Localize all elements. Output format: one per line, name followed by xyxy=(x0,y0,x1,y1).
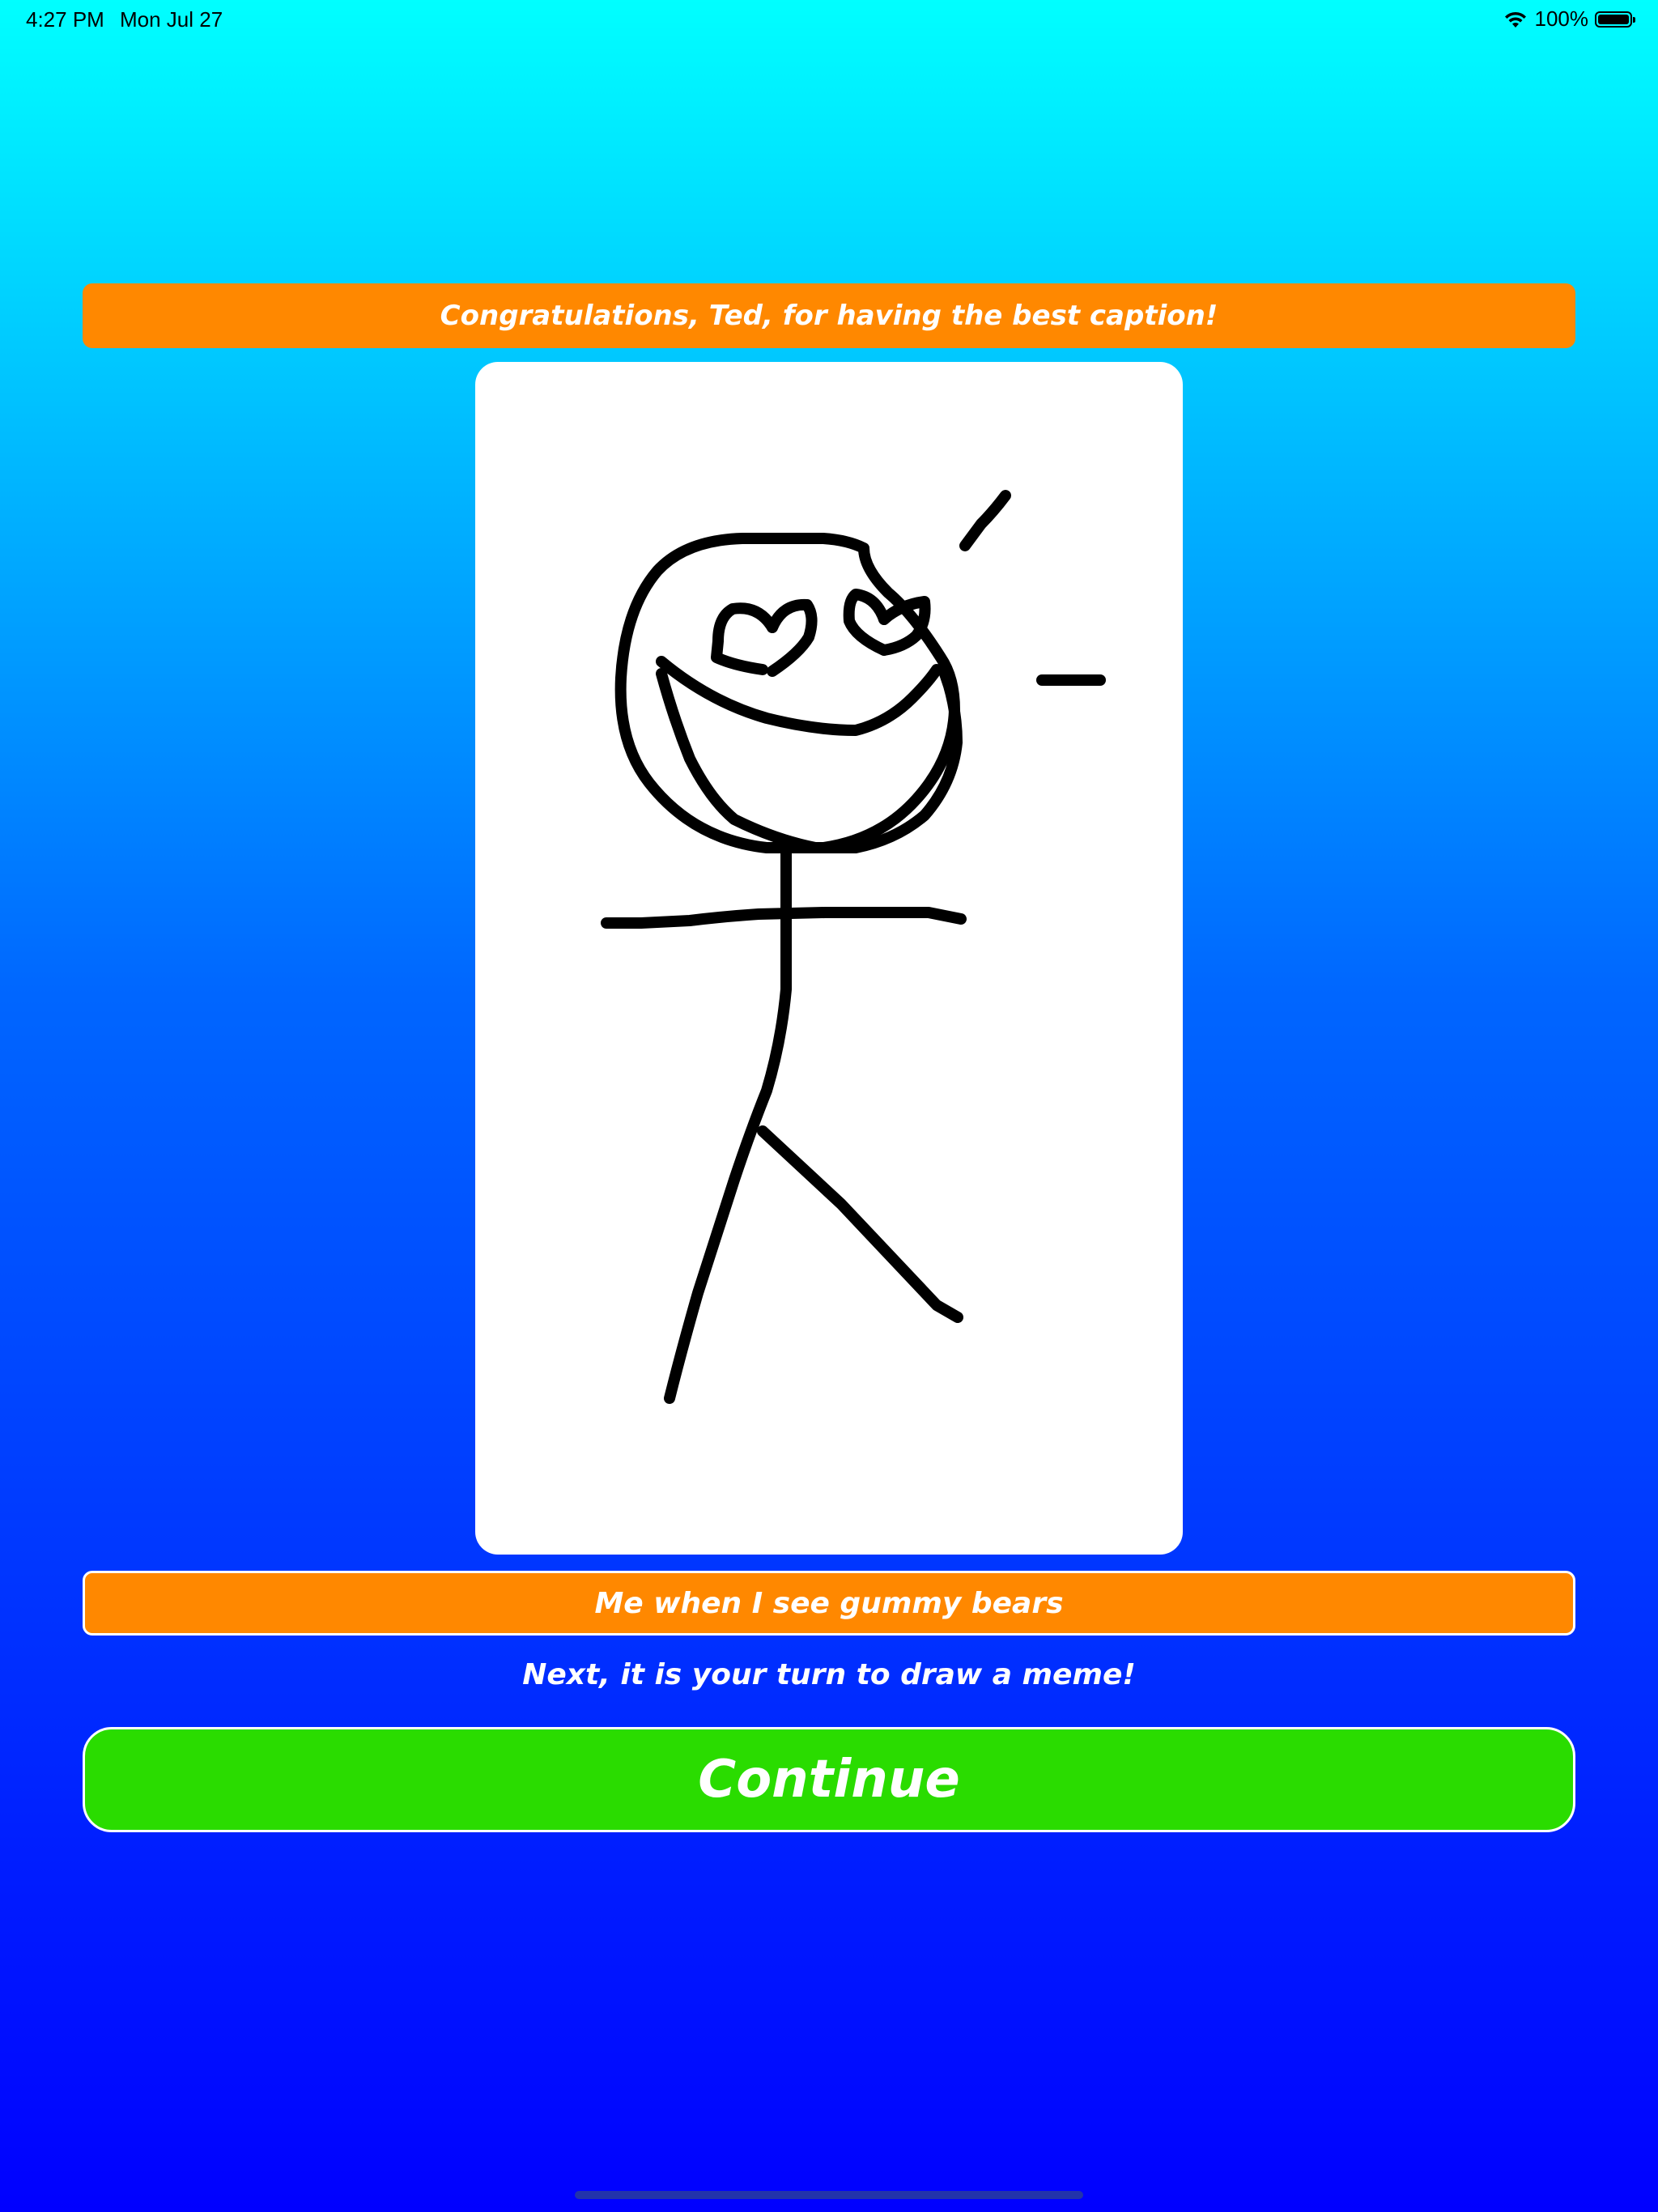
battery-fill xyxy=(1598,14,1629,24)
battery-nub xyxy=(1633,16,1635,23)
winner-banner: Congratulations, Ted, for having the bes… xyxy=(83,283,1575,348)
continue-button[interactable]: Continue xyxy=(83,1727,1575,1832)
stick-figure-drawing xyxy=(601,490,1106,1404)
status-right: 100% xyxy=(1503,6,1635,32)
status-bar: 4:27 PM Mon Jul 27 100% xyxy=(0,0,1658,39)
caption-banner: Me when I see gummy bears xyxy=(83,1571,1575,1636)
battery-icon xyxy=(1595,11,1635,28)
wifi-icon xyxy=(1504,11,1526,28)
home-indicator[interactable] xyxy=(575,2191,1083,2199)
next-turn-message: Next, it is your turn to draw a meme! xyxy=(522,1658,1136,1691)
status-time: 4:27 PM xyxy=(26,7,104,32)
battery-percent: 100% xyxy=(1534,6,1589,31)
status-date: Mon Jul 27 xyxy=(120,7,223,32)
meme-drawing-card xyxy=(475,362,1183,1555)
